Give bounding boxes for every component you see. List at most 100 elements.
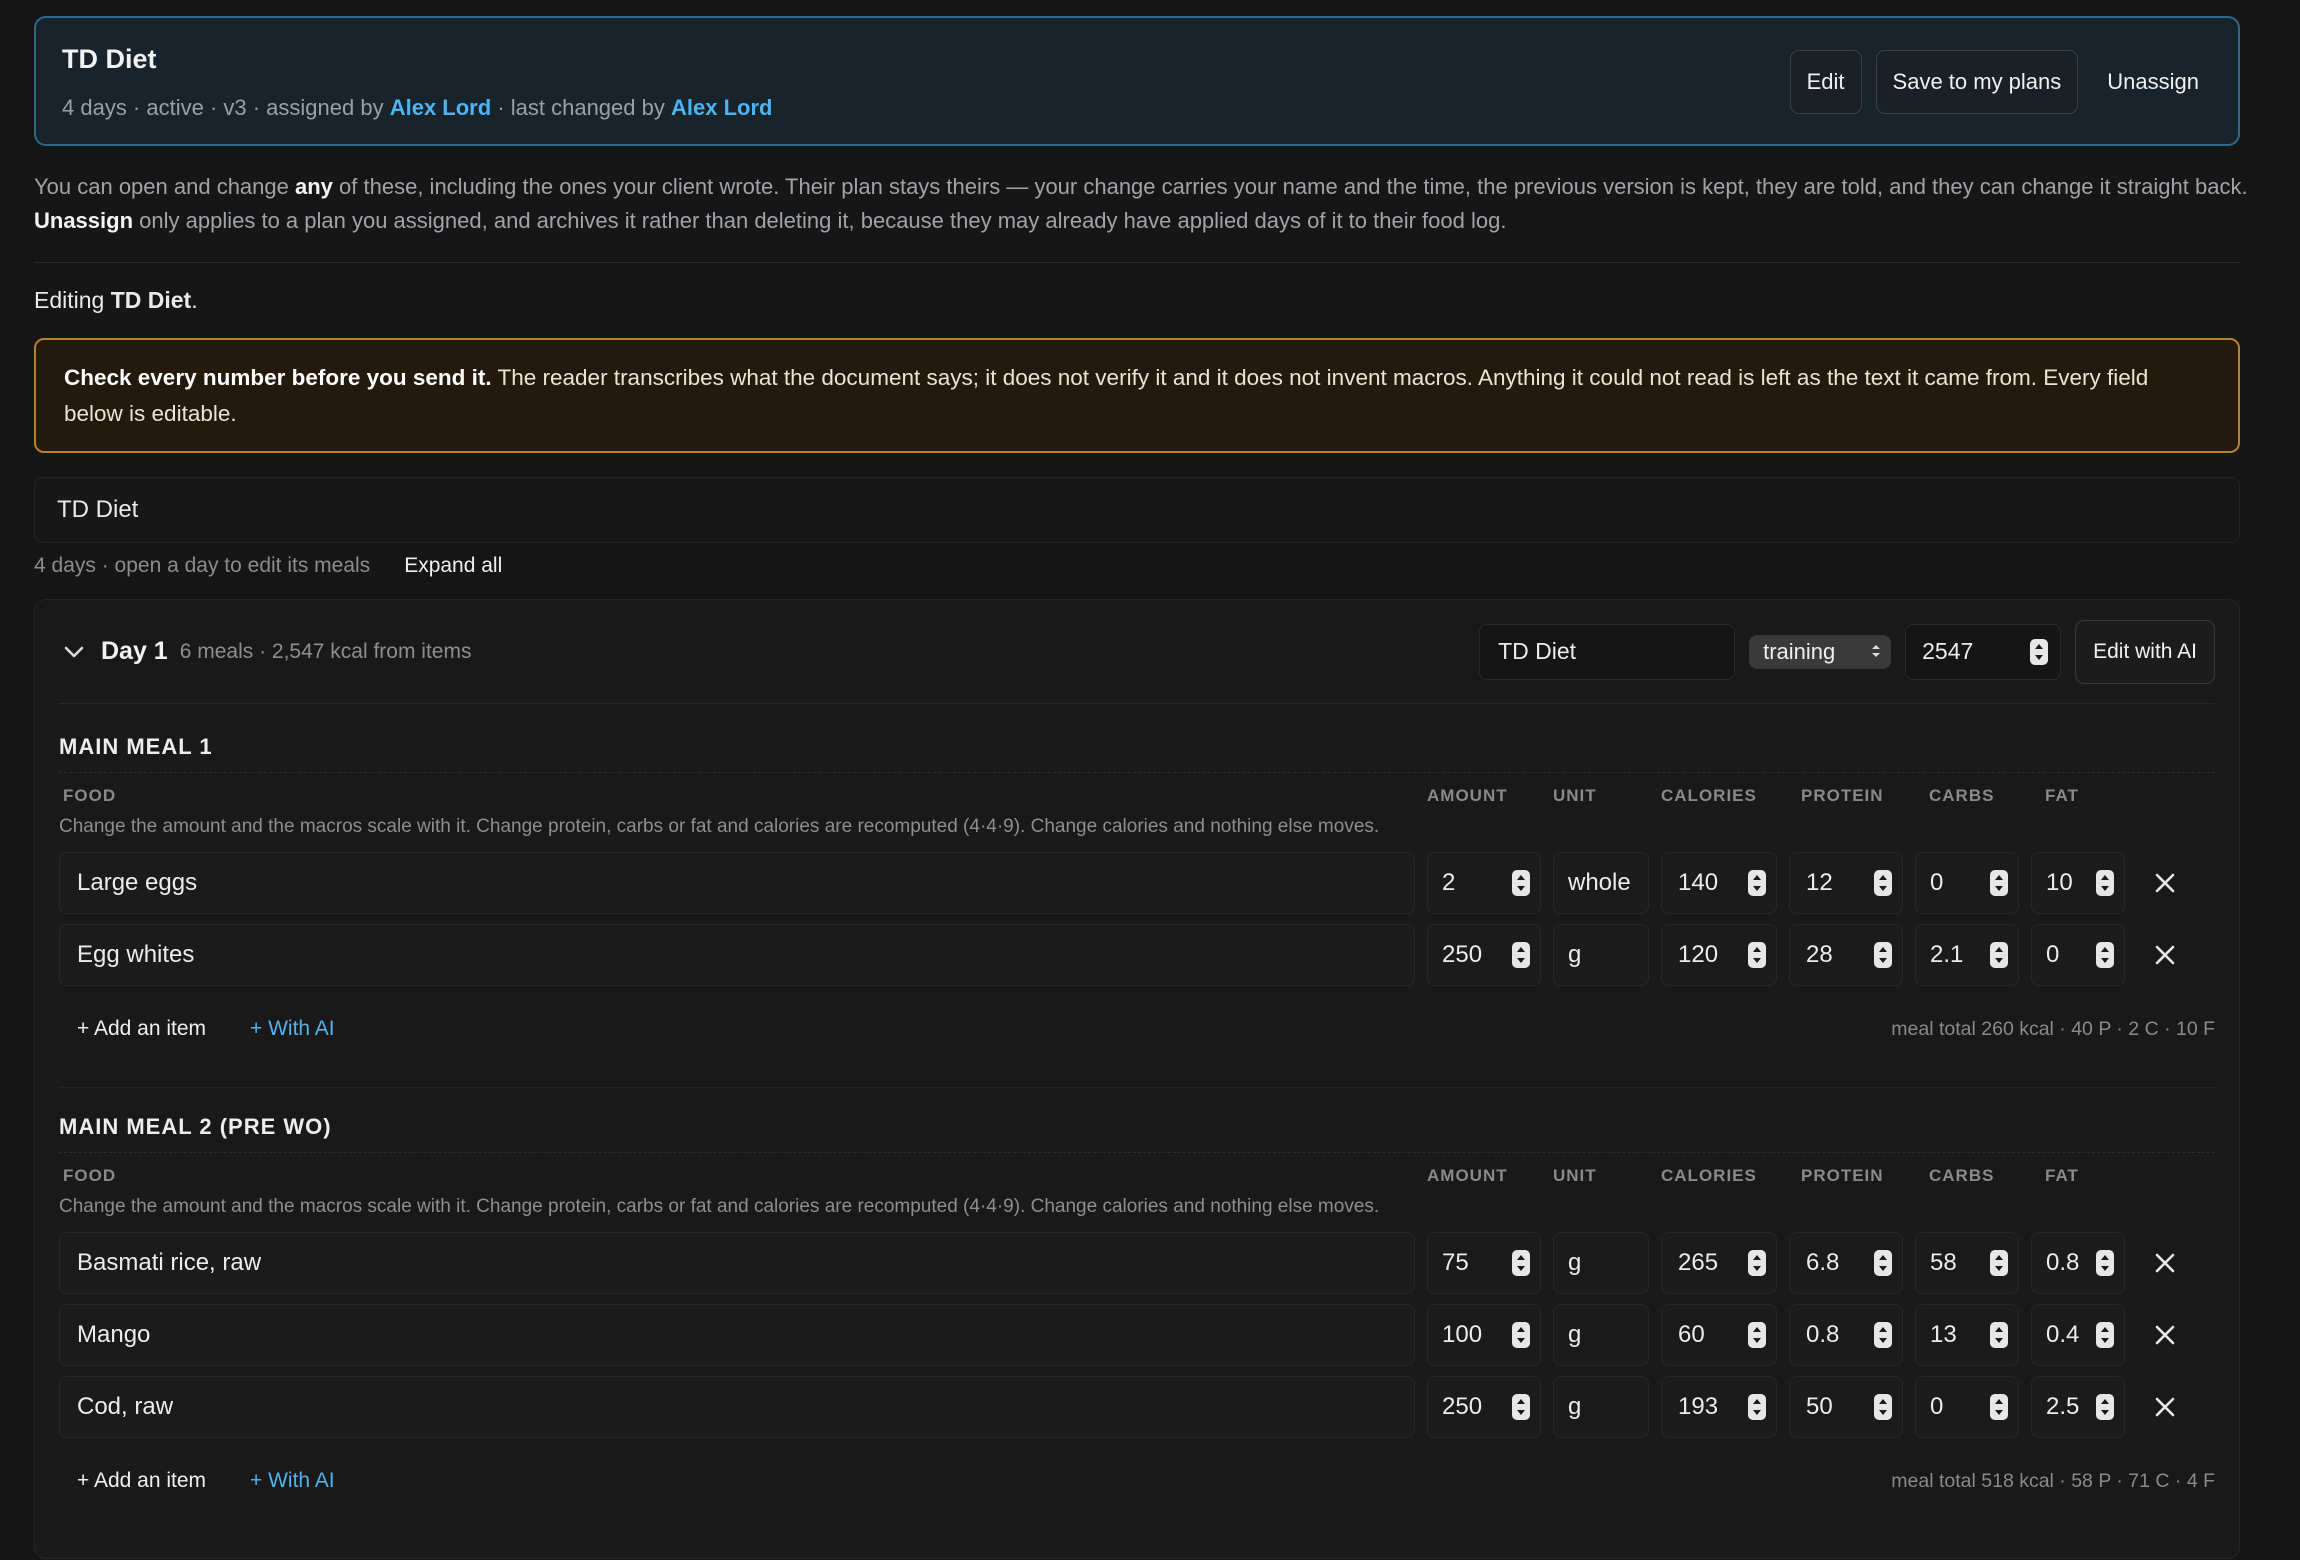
col-fat: FAT xyxy=(2045,786,2079,805)
stepper-icon[interactable] xyxy=(1874,942,1892,968)
calories-value: 120 xyxy=(1678,941,1719,968)
changed-by-link[interactable]: Alex Lord xyxy=(671,95,772,120)
calories-input[interactable]: 193 xyxy=(1661,1376,1777,1438)
stepper-icon[interactable] xyxy=(2096,1250,2114,1276)
day-type-select[interactable]: training xyxy=(1749,634,1892,669)
stepper-icon[interactable] xyxy=(2096,1322,2114,1348)
save-to-plans-button[interactable]: Save to my plans xyxy=(1875,50,2079,114)
stepper-icon[interactable] xyxy=(1874,1394,1892,1420)
stepper-icon[interactable] xyxy=(1990,870,2008,896)
edit-button[interactable]: Edit xyxy=(1789,50,1862,114)
info-part-1: You can open and change xyxy=(34,174,289,199)
stepper-icon[interactable] xyxy=(1512,1322,1530,1348)
calories-input[interactable]: 140 xyxy=(1661,852,1777,914)
carbs-input[interactable]: 0 xyxy=(1915,1376,2019,1438)
stepper-icon[interactable] xyxy=(1990,942,2008,968)
assigned-by-link[interactable]: Alex Lord xyxy=(390,95,491,120)
protein-input[interactable]: 50 xyxy=(1789,1376,1903,1438)
fat-input[interactable]: 2.5 xyxy=(2031,1376,2125,1438)
stepper-icon[interactable] xyxy=(1990,1322,2008,1348)
calories-input[interactable]: 265 xyxy=(1661,1232,1777,1294)
close-icon[interactable] xyxy=(2137,1376,2193,1438)
close-icon[interactable] xyxy=(2137,1304,2193,1366)
day-header[interactable]: Day 1 6 meals · 2,547 kcal from items TD… xyxy=(59,600,2215,704)
amount-value: 250 xyxy=(1442,1393,1483,1420)
fat-value: 0 xyxy=(2046,941,2060,968)
chevron-down-icon[interactable] xyxy=(59,637,89,667)
plan-header-card: TD Diet 4 days · active · v3 · assigned … xyxy=(34,16,2240,146)
food-name-input[interactable]: Cod, raw xyxy=(59,1376,1415,1438)
unit-input[interactable]: g xyxy=(1553,1232,1649,1294)
close-icon[interactable] xyxy=(2137,1232,2193,1294)
stepper-icon[interactable] xyxy=(2030,638,2049,665)
amount-input[interactable]: 250 xyxy=(1427,1376,1541,1438)
stepper-icon[interactable] xyxy=(1990,1250,2008,1276)
stepper-icon[interactable] xyxy=(1748,942,1766,968)
stepper-icon[interactable] xyxy=(1874,1322,1892,1348)
fat-input[interactable]: 10 xyxy=(2031,852,2125,914)
protein-input[interactable]: 6.8 xyxy=(1789,1232,1903,1294)
protein-input[interactable]: 12 xyxy=(1789,852,1903,914)
add-item-button[interactable]: + Add an item xyxy=(77,1469,206,1493)
day-kcal-input[interactable]: 2547 xyxy=(1905,623,2062,680)
add-item-button[interactable]: + Add an item xyxy=(77,1017,206,1041)
add-with-ai-button[interactable]: + With AI xyxy=(250,1017,335,1041)
stepper-icon[interactable] xyxy=(1748,870,1766,896)
fat-input[interactable]: 0.8 xyxy=(2031,1232,2125,1294)
carbs-input[interactable]: 2.1 xyxy=(1915,924,2019,986)
food-name-input[interactable]: Basmati rice, raw xyxy=(59,1232,1415,1294)
amount-input[interactable]: 2 xyxy=(1427,852,1541,914)
stepper-icon[interactable] xyxy=(1512,1394,1530,1420)
food-name-value: Cod, raw xyxy=(77,1393,174,1420)
close-icon[interactable] xyxy=(2137,924,2193,986)
unit-input[interactable]: whole xyxy=(1553,852,1649,914)
unassign-button[interactable]: Unassign xyxy=(2092,50,2214,114)
plan-title: TD Diet xyxy=(62,44,157,74)
calories-value: 140 xyxy=(1678,869,1719,896)
stepper-icon[interactable] xyxy=(2096,870,2114,896)
fat-input[interactable]: 0.4 xyxy=(2031,1304,2125,1366)
col-amount: AMOUNT xyxy=(1427,1166,1508,1185)
plan-name-input[interactable]: TD Diet xyxy=(34,477,2240,543)
stepper-icon[interactable] xyxy=(1748,1322,1766,1348)
stepper-icon[interactable] xyxy=(1748,1250,1766,1276)
carbs-input[interactable]: 13 xyxy=(1915,1304,2019,1366)
close-icon[interactable] xyxy=(2137,852,2193,914)
protein-input[interactable]: 28 xyxy=(1789,924,1903,986)
stepper-icon[interactable] xyxy=(1512,942,1530,968)
unit-input[interactable]: g xyxy=(1553,1376,1649,1438)
editing-prefix: Editing xyxy=(34,287,105,313)
protein-value: 28 xyxy=(1806,941,1833,968)
food-name-input[interactable]: Mango xyxy=(59,1304,1415,1366)
stepper-icon[interactable] xyxy=(1990,1394,2008,1420)
unit-input[interactable]: g xyxy=(1553,1304,1649,1366)
stepper-icon[interactable] xyxy=(2096,1394,2114,1420)
fat-input[interactable]: 0 xyxy=(2031,924,2125,986)
stepper-icon[interactable] xyxy=(1874,1250,1892,1276)
food-name-input[interactable]: Large eggs xyxy=(59,852,1415,914)
amount-input[interactable]: 100 xyxy=(1427,1304,1541,1366)
stepper-icon[interactable] xyxy=(2096,942,2114,968)
info-bold-unassign: Unassign xyxy=(34,208,134,233)
amount-value: 100 xyxy=(1442,1321,1483,1348)
stepper-icon[interactable] xyxy=(1874,870,1892,896)
edit-with-ai-button[interactable]: Edit with AI xyxy=(2075,619,2215,684)
unit-value: whole xyxy=(1568,869,1631,896)
expand-all-button[interactable]: Expand all xyxy=(404,554,502,578)
carbs-input[interactable]: 0 xyxy=(1915,852,2019,914)
amount-input[interactable]: 250 xyxy=(1427,924,1541,986)
stepper-icon[interactable] xyxy=(1512,870,1530,896)
protein-input[interactable]: 0.8 xyxy=(1789,1304,1903,1366)
calories-input[interactable]: 60 xyxy=(1661,1304,1777,1366)
amount-input[interactable]: 75 xyxy=(1427,1232,1541,1294)
add-with-ai-button[interactable]: + With AI xyxy=(250,1469,335,1493)
unit-input[interactable]: g xyxy=(1553,924,1649,986)
amount-value: 75 xyxy=(1442,1249,1469,1276)
stepper-icon[interactable] xyxy=(1748,1394,1766,1420)
carbs-input[interactable]: 58 xyxy=(1915,1232,2019,1294)
calories-input[interactable]: 120 xyxy=(1661,924,1777,986)
day-plan-name-input[interactable]: TD Diet xyxy=(1479,623,1736,680)
food-name-input[interactable]: Egg whites xyxy=(59,924,1415,986)
meal-title: MAIN MEAL 2 (PRE WO) xyxy=(59,1114,332,1139)
stepper-icon[interactable] xyxy=(1512,1250,1530,1276)
